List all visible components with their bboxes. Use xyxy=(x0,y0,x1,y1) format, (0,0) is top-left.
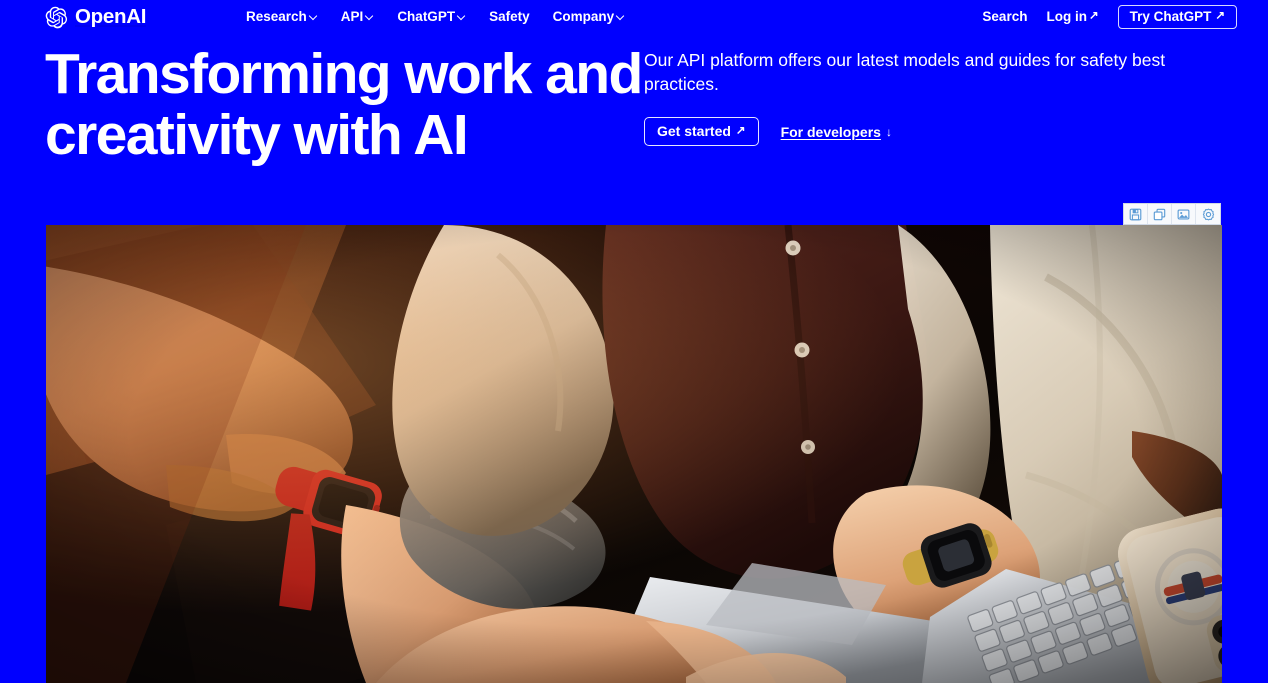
nav-item-label: ChatGPT xyxy=(397,9,456,25)
nav-actions-group: Search Log in ↗ Try ChatGPT ↗ xyxy=(982,4,1237,30)
hero-title-line-1: Transforming work and xyxy=(45,42,643,106)
arrow-up-right-icon: ↗ xyxy=(1088,10,1099,23)
hero-photo: Two people sitting side by side using a … xyxy=(46,225,1222,683)
image-button[interactable]: Image xyxy=(1172,204,1196,224)
nav-item-label: Research xyxy=(246,9,307,25)
brand-name: OpenAI xyxy=(75,4,147,28)
hero-media: Two people sitting side by side using a … xyxy=(46,225,1222,683)
nav-item-label: API xyxy=(340,9,364,25)
search-label: Search xyxy=(982,9,1028,25)
chevron-down-icon xyxy=(366,12,374,20)
nav-item-research[interactable]: Research xyxy=(246,10,318,24)
login-link[interactable]: Log in ↗ xyxy=(1046,10,1098,24)
openai-logo-icon xyxy=(45,6,68,29)
try-chatgpt-label: Try ChatGPT xyxy=(1129,8,1212,24)
hero-section: Transforming work and creativity with AI… xyxy=(0,34,1268,224)
hero-title-line-2: creativity with AI xyxy=(45,103,469,167)
nav-item-api[interactable]: API xyxy=(341,10,375,24)
nav-item-chatgpt[interactable]: ChatGPT xyxy=(397,10,466,24)
for-developers-label: For developers xyxy=(780,123,881,140)
brand-logo-link[interactable]: OpenAI xyxy=(45,4,146,30)
primary-navigation: OpenAI Research API ChatGPT Safety Compa… xyxy=(0,0,1268,34)
hero-cta-group: Get started ↗ For developers ↓ xyxy=(644,117,1224,147)
openai-homepage: OpenAI Research API ChatGPT Safety Compa… xyxy=(0,0,1268,683)
login-label: Log in xyxy=(1046,9,1087,25)
nav-item-label: Safety xyxy=(489,9,530,25)
search-button[interactable]: Search xyxy=(982,10,1027,24)
image-icon xyxy=(1177,209,1190,219)
copy-button[interactable]: Copy xyxy=(1148,204,1172,224)
hero-right-column: Our API platform offers our latest model… xyxy=(644,49,1224,147)
arrow-up-right-icon: ↗ xyxy=(735,124,746,137)
try-chatgpt-button[interactable]: Try ChatGPT ↗ xyxy=(1117,4,1237,30)
settings-gear-icon xyxy=(1202,208,1214,220)
arrow-up-right-icon: ↗ xyxy=(1215,9,1225,22)
settings-button[interactable]: Settings xyxy=(1196,204,1220,224)
save-icon xyxy=(1129,208,1142,220)
chevron-down-icon xyxy=(617,12,625,20)
nav-item-company[interactable]: Company xyxy=(553,10,626,24)
save-button[interactable]: Save xyxy=(1124,204,1148,224)
nav-item-safety[interactable]: Safety xyxy=(489,10,530,24)
media-toolbar: Save Copy Image Settings xyxy=(1123,203,1221,225)
for-developers-link[interactable]: For developers ↓ xyxy=(781,125,892,139)
copy-icon xyxy=(1153,208,1166,220)
page-title: Transforming work and creativity with AI xyxy=(45,46,645,164)
nav-item-label: Company xyxy=(552,9,615,25)
arrow-down-icon: ↓ xyxy=(885,124,892,139)
chevron-down-icon xyxy=(310,12,318,20)
hero-subtitle: Our API platform offers our latest model… xyxy=(644,50,1166,94)
chevron-down-icon xyxy=(458,12,466,20)
get-started-button[interactable]: Get started ↗ xyxy=(644,117,759,147)
nav-links-group: Research API ChatGPT Safety Company xyxy=(246,7,625,27)
get-started-label: Get started xyxy=(657,123,731,140)
